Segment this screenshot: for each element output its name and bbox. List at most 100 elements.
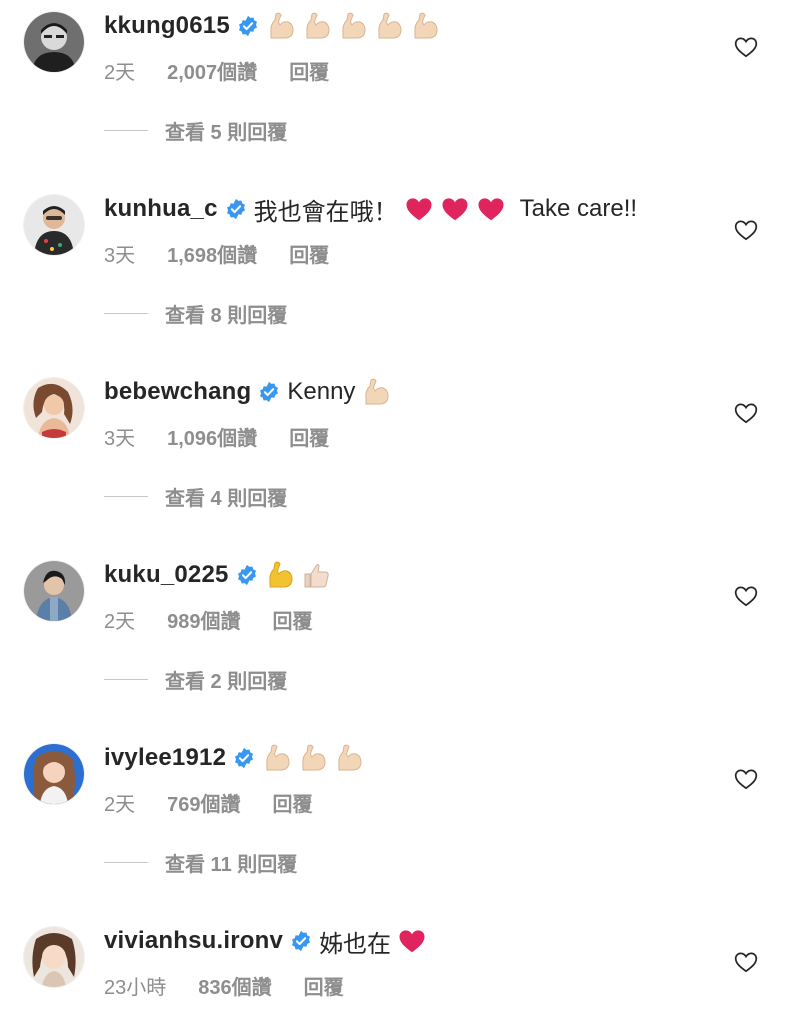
comment-header: bebewchang Kenny — [104, 374, 397, 410]
username[interactable]: bebewchang — [104, 378, 251, 406]
view-replies-label: 查看 5 則回覆 — [165, 122, 288, 144]
view-replies-label: 查看 2 則回覆 — [165, 671, 288, 693]
divider-line — [104, 130, 148, 131]
comment-header: kunhua_c 我也會在哦！ Take care!! — [104, 191, 637, 227]
username[interactable]: kunhua_c — [104, 195, 218, 223]
comment-item: kuku_0225 2天 989個讚 回覆 查看 2 則回覆 — [0, 549, 800, 732]
comment-item: kkung0615 2天 2,007個讚 回覆 查看 5 則回覆 — [0, 0, 800, 183]
comment-time: 2天 — [104, 794, 136, 816]
red-heart-icon — [397, 926, 427, 956]
view-replies-label: 查看 8 則回覆 — [165, 305, 288, 327]
comment-item: bebewchang Kenny 3天 1,096個讚 回覆 查看 4 則回覆 — [0, 366, 800, 549]
reply-button[interactable]: 回覆 — [289, 56, 329, 85]
red-heart-icon — [440, 194, 470, 224]
comment-meta: 3天 1,698個讚 回覆 — [104, 239, 329, 268]
comment-meta: 2天 989個讚 回覆 — [104, 605, 313, 634]
like-count[interactable]: 1,698個讚 — [167, 239, 257, 268]
view-replies-button[interactable]: 查看 11 則回覆 — [104, 848, 297, 877]
comment-time: 2天 — [104, 62, 136, 84]
flexed-biceps-icon — [298, 743, 328, 773]
comment-text — [266, 11, 446, 41]
view-replies-button[interactable]: 查看 5 則回覆 — [104, 116, 287, 145]
like-count[interactable]: 836個讚 — [198, 971, 271, 1000]
flexed-biceps-icon — [302, 11, 332, 41]
divider-line — [104, 862, 148, 863]
comment-time: 3天 — [104, 245, 136, 267]
red-heart-icon — [476, 194, 506, 224]
like-count[interactable]: 1,096個讚 — [167, 422, 257, 451]
heart-outline-icon[interactable] — [733, 949, 759, 975]
comment-header: kkung0615 — [104, 8, 446, 44]
comment-header: ivylee1912 — [104, 740, 370, 776]
comment-meta: 3天 1,096個讚 回覆 — [104, 422, 329, 451]
comment-meta: 23小時 836個讚 回覆 — [104, 971, 344, 1000]
comment-header: vivianhsu.ironv 姊也在 — [104, 923, 433, 959]
comment-time: 23小時 — [104, 977, 167, 999]
flexed-biceps-icon — [265, 560, 295, 590]
reply-button[interactable]: 回覆 — [273, 605, 313, 634]
comment-item: vivianhsu.ironv 姊也在 23小時 836個讚 回覆 — [0, 915, 800, 1036]
username[interactable]: kkung0615 — [104, 12, 230, 40]
like-count[interactable]: 989個讚 — [167, 605, 240, 634]
reply-button[interactable]: 回覆 — [289, 239, 329, 268]
view-replies-button[interactable]: 查看 4 則回覆 — [104, 482, 287, 511]
comment-time: 2天 — [104, 611, 136, 633]
flexed-biceps-icon — [334, 743, 364, 773]
thumbs-up-icon — [301, 560, 331, 590]
heart-outline-icon[interactable] — [733, 583, 759, 609]
flexed-biceps-icon — [374, 11, 404, 41]
avatar[interactable] — [24, 744, 84, 804]
avatar[interactable] — [24, 195, 84, 255]
divider-line — [104, 679, 148, 680]
comment-text — [265, 560, 337, 590]
heart-outline-icon[interactable] — [733, 217, 759, 243]
comment-time: 3天 — [104, 428, 136, 450]
comment-text — [262, 743, 370, 773]
verified-badge-icon — [290, 930, 312, 952]
verified-badge-icon — [236, 564, 258, 586]
reply-button[interactable]: 回覆 — [289, 422, 329, 451]
flexed-biceps-icon — [262, 743, 292, 773]
comment-header: kuku_0225 — [104, 557, 337, 593]
comment-item: ivylee1912 2天 769個讚 回覆 查看 11 則回覆 — [0, 732, 800, 915]
verified-badge-icon — [258, 381, 280, 403]
username[interactable]: vivianhsu.ironv — [104, 927, 283, 955]
flexed-biceps-icon — [338, 11, 368, 41]
verified-badge-icon — [233, 747, 255, 769]
reply-button[interactable]: 回覆 — [304, 971, 344, 1000]
heart-outline-icon[interactable] — [733, 766, 759, 792]
view-replies-button[interactable]: 查看 2 則回覆 — [104, 665, 287, 694]
avatar[interactable] — [24, 561, 84, 621]
divider-line — [104, 313, 148, 314]
view-replies-button[interactable]: 查看 8 則回覆 — [104, 299, 287, 328]
comment-body: 姊也在 — [319, 930, 392, 958]
comment-body-tail: Take care!! — [519, 195, 638, 222]
verified-badge-icon — [225, 198, 247, 220]
flexed-biceps-icon — [266, 11, 296, 41]
verified-badge-icon — [237, 15, 259, 37]
heart-outline-icon[interactable] — [733, 400, 759, 426]
avatar[interactable] — [24, 378, 84, 438]
comment-text: Kenny — [287, 377, 397, 407]
username[interactable]: ivylee1912 — [104, 744, 226, 772]
flexed-biceps-icon — [410, 11, 440, 41]
comment-meta: 2天 2,007個讚 回覆 — [104, 56, 329, 85]
avatar[interactable] — [24, 12, 84, 72]
red-heart-icon — [404, 194, 434, 224]
comment-body: 我也會在哦！ — [253, 198, 398, 226]
view-replies-label: 查看 11 則回覆 — [165, 854, 298, 876]
comment-item: kunhua_c 我也會在哦！ Take care!! 3天 1,698個讚 回… — [0, 183, 800, 366]
flexed-biceps-icon — [361, 377, 391, 407]
heart-outline-icon[interactable] — [733, 34, 759, 60]
comment-text: 姊也在 — [319, 924, 433, 959]
view-replies-label: 查看 4 則回覆 — [165, 488, 288, 510]
comment-text: 我也會在哦！ Take care!! — [254, 192, 637, 227]
like-count[interactable]: 769個讚 — [167, 788, 240, 817]
like-count[interactable]: 2,007個讚 — [167, 56, 257, 85]
avatar[interactable] — [24, 927, 84, 987]
comment-meta: 2天 769個讚 回覆 — [104, 788, 313, 817]
divider-line — [104, 496, 148, 497]
reply-button[interactable]: 回覆 — [273, 788, 313, 817]
username[interactable]: kuku_0225 — [104, 561, 229, 589]
comment-body: Kenny — [287, 378, 356, 405]
